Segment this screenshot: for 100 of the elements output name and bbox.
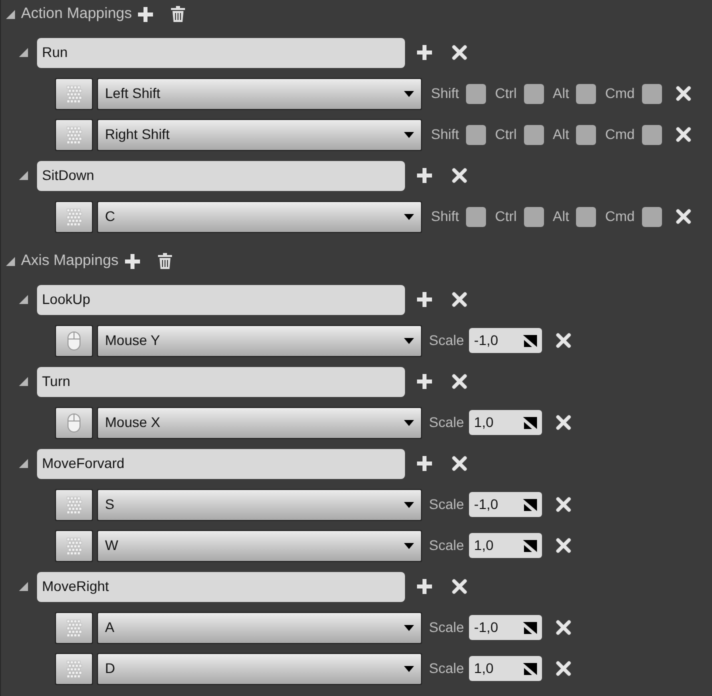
modifier-checkbox[interactable] (524, 206, 544, 226)
modifier-label: Alt (552, 84, 570, 103)
add-icon[interactable] (417, 374, 432, 389)
modifier-checkbox[interactable] (524, 84, 544, 104)
modifier-checkbox[interactable] (576, 206, 596, 226)
keyboard-icon (64, 658, 84, 678)
modifier-checkbox[interactable] (466, 124, 486, 144)
modifier-checkbox[interactable] (642, 124, 662, 144)
scale-field[interactable]: -1,0 (469, 328, 542, 353)
add-icon[interactable] (124, 254, 140, 268)
close-icon[interactable] (556, 620, 572, 635)
caret-icon (404, 420, 414, 426)
close-icon[interactable] (452, 374, 467, 389)
expand-arrow-icon[interactable] (6, 10, 15, 18)
key-dropdown[interactable]: D (97, 652, 422, 684)
drag-handle-icon (523, 498, 538, 510)
caret-icon (404, 542, 414, 548)
input-device-button[interactable] (55, 406, 93, 438)
mapping-name-field[interactable]: Turn (37, 366, 405, 396)
modifier-checkbox[interactable] (576, 84, 596, 104)
trash-icon[interactable] (158, 253, 172, 269)
close-icon[interactable] (556, 333, 572, 348)
expand-arrow-icon[interactable] (6, 256, 15, 266)
expand-arrow-icon[interactable] (19, 295, 28, 304)
modifier-label: Cmd (605, 125, 635, 144)
close-icon[interactable] (556, 415, 572, 430)
close-icon[interactable] (676, 209, 691, 224)
mapping-name-field[interactable]: MoveRight (37, 572, 405, 602)
caret-icon (404, 502, 414, 508)
add-icon[interactable] (138, 6, 153, 22)
expand-arrow-icon[interactable] (19, 377, 28, 386)
close-icon[interactable] (452, 168, 467, 183)
close-icon[interactable] (556, 538, 572, 553)
expand-arrow-icon[interactable] (19, 582, 28, 591)
input-device-button[interactable] (55, 652, 93, 684)
mapping-name-field[interactable]: SitDown (37, 160, 405, 190)
caret-icon (404, 624, 414, 630)
input-device-button[interactable] (55, 324, 93, 356)
key-dropdown[interactable]: Right Shift (97, 118, 422, 150)
modifier-checkbox[interactable] (524, 124, 544, 144)
scale-field[interactable]: -1,0 (469, 615, 542, 640)
modifier-checkbox[interactable] (466, 206, 486, 226)
modifier-checkbox[interactable] (576, 124, 596, 144)
modifier-checkbox[interactable] (466, 84, 486, 104)
modifier-label: Shift (431, 125, 460, 144)
key-dropdown[interactable]: A (97, 612, 422, 644)
expand-arrow-icon[interactable] (19, 48, 28, 57)
key-dropdown[interactable]: C (97, 200, 422, 232)
trash-icon[interactable] (170, 6, 185, 22)
scale-label: Scale (429, 659, 464, 678)
add-icon[interactable] (417, 292, 432, 307)
modifier-label: Ctrl (495, 207, 517, 226)
keyboard-icon (64, 124, 84, 144)
input-device-button[interactable] (55, 488, 93, 520)
expand-arrow-icon[interactable] (19, 459, 28, 468)
scale-field[interactable]: 1,0 (469, 533, 542, 558)
add-icon[interactable] (417, 45, 432, 60)
close-icon[interactable] (452, 579, 467, 594)
mapping-name-field[interactable]: LookUp (37, 284, 405, 314)
scale-field[interactable]: -1,0 (469, 492, 542, 517)
input-device-button[interactable] (55, 530, 93, 562)
close-icon[interactable] (452, 292, 467, 307)
section-title: Action Mappings (21, 4, 132, 24)
close-icon[interactable] (556, 497, 572, 512)
modifier-label: Ctrl (495, 84, 517, 103)
close-icon[interactable] (676, 86, 691, 101)
caret-icon (404, 90, 414, 96)
scale-label: Scale (429, 331, 464, 350)
scale-field[interactable]: 1,0 (469, 410, 542, 435)
mapping-name-field[interactable]: Run (37, 38, 405, 68)
modifier-label: Alt (552, 125, 570, 144)
add-icon[interactable] (417, 579, 432, 594)
input-device-button[interactable] (55, 200, 93, 232)
key-dropdown[interactable]: Mouse X (97, 406, 422, 438)
keyboard-icon (64, 618, 84, 638)
scale-label: Scale (429, 413, 464, 432)
modifier-checkbox[interactable] (642, 84, 662, 104)
close-icon[interactable] (452, 456, 467, 471)
input-device-button[interactable] (55, 612, 93, 644)
close-icon[interactable] (556, 661, 572, 676)
modifier-label: Shift (431, 84, 460, 103)
key-dropdown[interactable]: W (97, 530, 422, 562)
caret-icon (404, 666, 414, 672)
key-dropdown[interactable]: S (97, 488, 422, 520)
input-device-button[interactable] (55, 78, 93, 110)
expand-arrow-icon[interactable] (19, 171, 28, 180)
input-device-button[interactable] (55, 118, 93, 150)
scale-label: Scale (429, 618, 464, 637)
close-icon[interactable] (452, 45, 467, 60)
key-dropdown[interactable]: Left Shift (97, 78, 422, 110)
scale-field[interactable]: 1,0 (469, 656, 542, 681)
add-icon[interactable] (417, 456, 432, 471)
key-dropdown[interactable]: Mouse Y (97, 324, 422, 356)
close-icon[interactable] (676, 127, 691, 142)
caret-icon (404, 132, 414, 138)
modifier-label: Ctrl (495, 125, 517, 144)
modifier-label: Alt (552, 207, 570, 226)
modifier-checkbox[interactable] (642, 206, 662, 226)
mapping-name-field[interactable]: MoveForvard (37, 448, 405, 478)
add-icon[interactable] (417, 168, 432, 183)
